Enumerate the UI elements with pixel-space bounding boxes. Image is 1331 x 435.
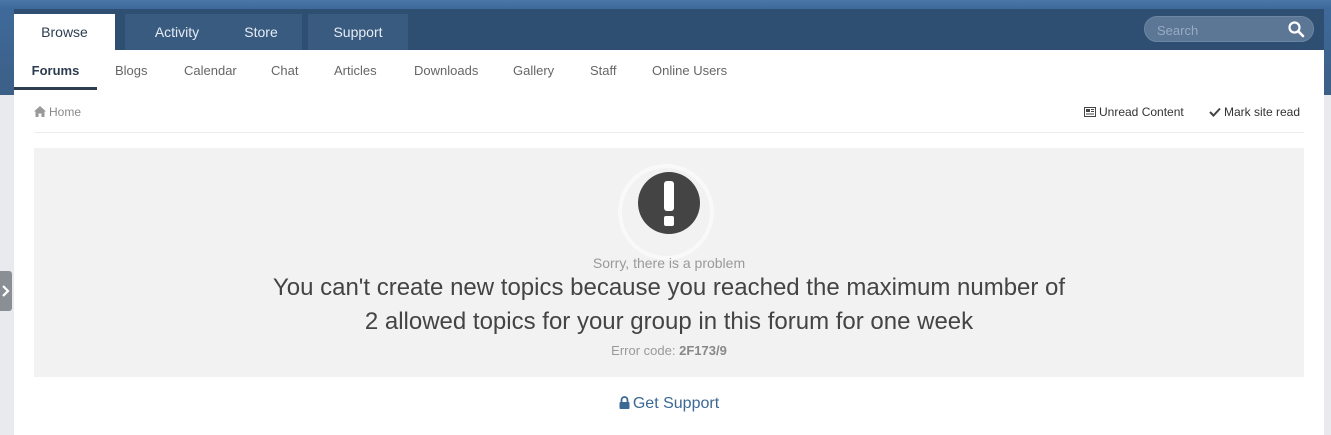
mark-site-read-label: Mark site read xyxy=(1224,105,1301,119)
mark-site-read-link[interactable]: Mark site read xyxy=(1209,105,1300,119)
error-message-line-2: 2 allowed topics for your group in this … xyxy=(364,308,974,335)
page-frame: Browse Activity Store Support Forums Blo… xyxy=(14,9,1324,435)
error-code-value: 2F173/9 xyxy=(679,343,727,358)
unread-content-link[interactable]: Unread Content xyxy=(1084,105,1184,119)
breadcrumb: Home Unread Content Mark site read xyxy=(34,90,1304,133)
newspaper-icon xyxy=(1084,107,1096,117)
check-icon xyxy=(1209,107,1221,117)
get-support-label: Get Support xyxy=(632,395,720,412)
subnav-forums[interactable]: Forums xyxy=(14,50,97,90)
chevron-right-icon xyxy=(2,285,10,297)
error-code-label: Error code: xyxy=(611,343,676,358)
tab-activity[interactable]: Activity xyxy=(125,14,229,50)
subnav-staff[interactable]: Staff xyxy=(590,50,617,90)
main-nav-bar: Browse Activity Store Support xyxy=(14,9,1324,50)
sidebar-toggle[interactable] xyxy=(0,271,12,311)
exclamation-icon xyxy=(638,172,700,234)
error-panel: Sorry, there is a problem You can't crea… xyxy=(34,148,1304,377)
error-code: Error code: 2F173/9 xyxy=(34,343,1304,358)
breadcrumb-home-label: Home xyxy=(49,105,82,119)
subnav-blogs[interactable]: Blogs xyxy=(115,50,148,90)
subnav-calendar[interactable]: Calendar xyxy=(184,50,237,90)
breadcrumb-home[interactable]: Home xyxy=(34,105,81,119)
home-icon xyxy=(34,106,46,117)
subnav-online-users[interactable]: Online Users xyxy=(652,50,727,90)
subnav-chat[interactable]: Chat xyxy=(271,50,298,90)
error-message: You can't create new topics because you … xyxy=(259,271,1079,339)
get-support-link[interactable]: Get Support xyxy=(14,395,1324,413)
search-input[interactable] xyxy=(1155,20,1284,40)
subnav-gallery[interactable]: Gallery xyxy=(513,50,554,90)
search-icon[interactable] xyxy=(1287,20,1305,38)
tab-store[interactable]: Store xyxy=(220,14,302,50)
subnav-downloads[interactable]: Downloads xyxy=(414,50,478,90)
tab-browse[interactable]: Browse xyxy=(14,14,115,50)
tab-support[interactable]: Support xyxy=(308,14,408,50)
search-box xyxy=(1144,16,1314,42)
error-title: Sorry, there is a problem xyxy=(592,255,746,271)
subnav-articles[interactable]: Articles xyxy=(334,50,377,90)
main-content: Home Unread Content Mark site read Sorry… xyxy=(14,90,1324,435)
secondary-nav: Forums Blogs Calendar Chat Articles Down… xyxy=(14,50,1324,91)
lock-icon xyxy=(619,396,630,409)
unread-content-label: Unread Content xyxy=(1099,105,1184,119)
error-message-line-1: You can't create new topics because you … xyxy=(272,274,1066,301)
